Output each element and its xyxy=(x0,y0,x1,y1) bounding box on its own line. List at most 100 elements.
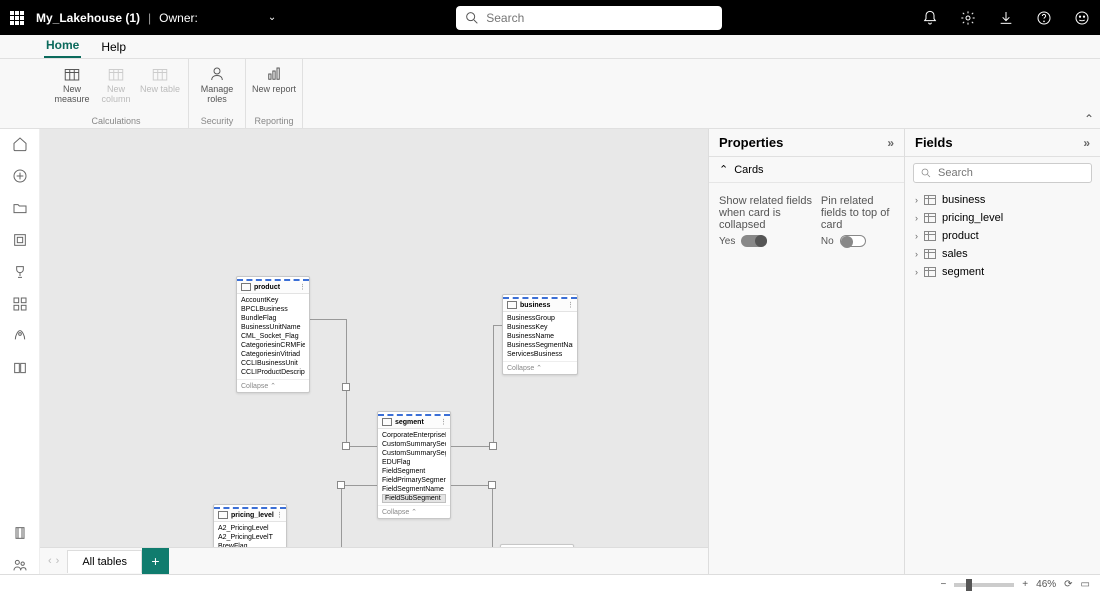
nav-people-icon[interactable] xyxy=(11,556,29,574)
table-column[interactable]: BusinessGroup xyxy=(507,314,573,323)
table-column[interactable]: BusinessKey xyxy=(507,323,573,332)
table-column[interactable]: A2_PricingLevelT xyxy=(218,533,282,542)
tab-home[interactable]: Home xyxy=(44,34,81,58)
global-search-input[interactable] xyxy=(486,11,714,25)
nav-trophy-icon[interactable] xyxy=(11,263,29,281)
refresh-icon[interactable]: ⟳ xyxy=(1064,579,1072,590)
model-canvas[interactable]: product⋮AccountKeyBPCLBusinessBundleFlag… xyxy=(40,129,708,547)
table-icon xyxy=(241,283,251,291)
manage-roles-label: Manage roles xyxy=(195,85,239,105)
table-column[interactable]: FieldSegment xyxy=(382,467,446,476)
fields-panel: Fields » ›business›pricing_level›product… xyxy=(904,129,1100,574)
manage-roles-button[interactable]: Manage roles xyxy=(195,59,239,105)
nav-onelake-icon[interactable] xyxy=(11,231,29,249)
table-column[interactable]: FieldSubSegment xyxy=(382,494,446,503)
nav-learn-icon[interactable] xyxy=(11,359,29,377)
tab-scroll-arrows[interactable]: ‹› xyxy=(40,555,67,567)
properties-collapse-icon[interactable]: » xyxy=(887,136,894,150)
table-more-icon[interactable]: ⋮ xyxy=(299,283,305,291)
table-column[interactable]: AccountKey xyxy=(241,296,305,305)
table-more-icon[interactable]: ⋮ xyxy=(440,418,446,426)
chevron-right-icon: › xyxy=(915,195,918,205)
table-icon xyxy=(924,267,936,277)
table-more-icon[interactable]: ⋮ xyxy=(567,301,573,309)
field-table-pricing_level[interactable]: ›pricing_level xyxy=(909,209,1096,227)
owner-dropdown[interactable]: ⌄ xyxy=(268,12,276,23)
fields-collapse-icon[interactable]: » xyxy=(1083,136,1090,150)
fit-screen-icon[interactable]: ▭ xyxy=(1081,579,1090,590)
app-launcher-icon[interactable] xyxy=(10,11,24,25)
table-column[interactable]: CCLIBusinessUnit xyxy=(241,359,305,368)
table-column[interactable]: CML_Socket_Flag xyxy=(241,332,305,341)
field-table-segment[interactable]: ›segment xyxy=(909,263,1096,281)
table-column[interactable]: BusinessName xyxy=(507,332,573,341)
owner-label: Owner: xyxy=(159,11,198,25)
table-column[interactable]: FieldPrimarySegment xyxy=(382,476,446,485)
fields-search[interactable] xyxy=(913,163,1092,183)
section-label-cards: Cards xyxy=(734,164,763,176)
download-icon[interactable] xyxy=(998,10,1014,26)
zoom-out-button[interactable]: − xyxy=(940,579,946,590)
field-table-sales[interactable]: ›sales xyxy=(909,245,1096,263)
table-column[interactable]: A2_PricingLevel xyxy=(218,524,282,533)
table-column[interactable]: CustomSummarySegment xyxy=(382,449,446,458)
table-card-sales[interactable]: sales⋮S.ByEDUCgrossSalesTameCollapse ⌃ xyxy=(500,544,574,547)
table-column[interactable]: ServicesBusiness xyxy=(507,350,573,359)
table-column[interactable]: FieldSegmentName xyxy=(382,485,446,494)
nav-folder-icon[interactable] xyxy=(11,199,29,217)
table-collapse[interactable]: Collapse ⌃ xyxy=(378,505,450,518)
field-table-label: pricing_level xyxy=(942,212,1003,224)
notifications-icon[interactable] xyxy=(922,10,938,26)
table-icon xyxy=(507,301,517,309)
zoom-slider[interactable] xyxy=(954,583,1014,587)
table-column[interactable]: BusinessUnitName xyxy=(241,323,305,332)
table-card-segment[interactable]: segment⋮CorporateEnterpriseFlagCustomSum… xyxy=(377,411,451,519)
table-column[interactable]: CustomSummarySector xyxy=(382,440,446,449)
new-measure-button[interactable]: New measure xyxy=(50,59,94,105)
new-report-button[interactable]: New report xyxy=(252,59,296,95)
nav-home-icon[interactable] xyxy=(11,135,29,153)
table-card-product[interactable]: product⋮AccountKeyBPCLBusinessBundleFlag… xyxy=(236,276,310,393)
table-column[interactable]: CorporateEnterpriseFlag xyxy=(382,431,446,440)
diagram-tab-all-tables[interactable]: All tables xyxy=(67,550,142,573)
fields-search-input[interactable] xyxy=(938,167,1085,179)
field-table-label: segment xyxy=(942,266,984,278)
nav-add-icon[interactable] xyxy=(11,167,29,185)
feedback-icon[interactable] xyxy=(1074,10,1090,26)
field-table-business[interactable]: ›business xyxy=(909,191,1096,209)
table-more-icon[interactable]: ⋮ xyxy=(276,511,282,519)
zoom-in-button[interactable]: + xyxy=(1022,579,1028,590)
show-related-toggle[interactable]: Yes xyxy=(719,235,821,247)
pin-related-toggle[interactable]: No xyxy=(821,235,894,247)
table-collapse[interactable]: Collapse ⌃ xyxy=(237,379,309,392)
table-card-pricing_level[interactable]: pricing_level⋮ A2_PricingLevelA2_PricingL… xyxy=(213,504,287,547)
add-diagram-tab-button[interactable]: + xyxy=(142,548,169,575)
settings-icon[interactable] xyxy=(960,10,976,26)
nav-workspaces-icon[interactable] xyxy=(11,524,29,542)
table-card-business[interactable]: business⋮BusinessGroupBusinessKeyBusines… xyxy=(502,294,578,375)
table-name: segment xyxy=(395,419,424,426)
new-column-label: New column xyxy=(94,85,138,105)
table-column[interactable]: CategoriesinVitriad xyxy=(241,350,305,359)
table-column[interactable]: BrewFlag xyxy=(218,542,282,547)
help-icon[interactable] xyxy=(1036,10,1052,26)
new-report-label: New report xyxy=(252,85,296,95)
field-table-product[interactable]: ›product xyxy=(909,227,1096,245)
table-column[interactable]: CCLIProductDescriptionBeServices xyxy=(241,368,305,377)
table-name: pricing_level xyxy=(231,512,274,519)
table-column[interactable]: BundleFlag xyxy=(241,314,305,323)
new-table-button[interactable]: New table xyxy=(138,59,182,95)
new-column-button[interactable]: New column xyxy=(94,59,138,105)
nav-deploy-icon[interactable] xyxy=(11,327,29,345)
table-column[interactable]: BusinessSegmentName xyxy=(507,341,573,350)
table-column[interactable]: EDUFlag xyxy=(382,458,446,467)
collapse-ribbon-icon[interactable]: ⌃ xyxy=(1084,112,1094,126)
global-search[interactable] xyxy=(456,6,722,30)
field-table-label: sales xyxy=(942,248,968,260)
properties-section-cards[interactable]: ⌃ Cards xyxy=(709,157,904,183)
table-collapse[interactable]: Collapse ⌃ xyxy=(503,361,577,374)
nav-apps-icon[interactable] xyxy=(11,295,29,313)
tab-help[interactable]: Help xyxy=(99,36,128,58)
table-column[interactable]: BPCLBusiness xyxy=(241,305,305,314)
table-column[interactable]: CategoriesinCRMField xyxy=(241,341,305,350)
